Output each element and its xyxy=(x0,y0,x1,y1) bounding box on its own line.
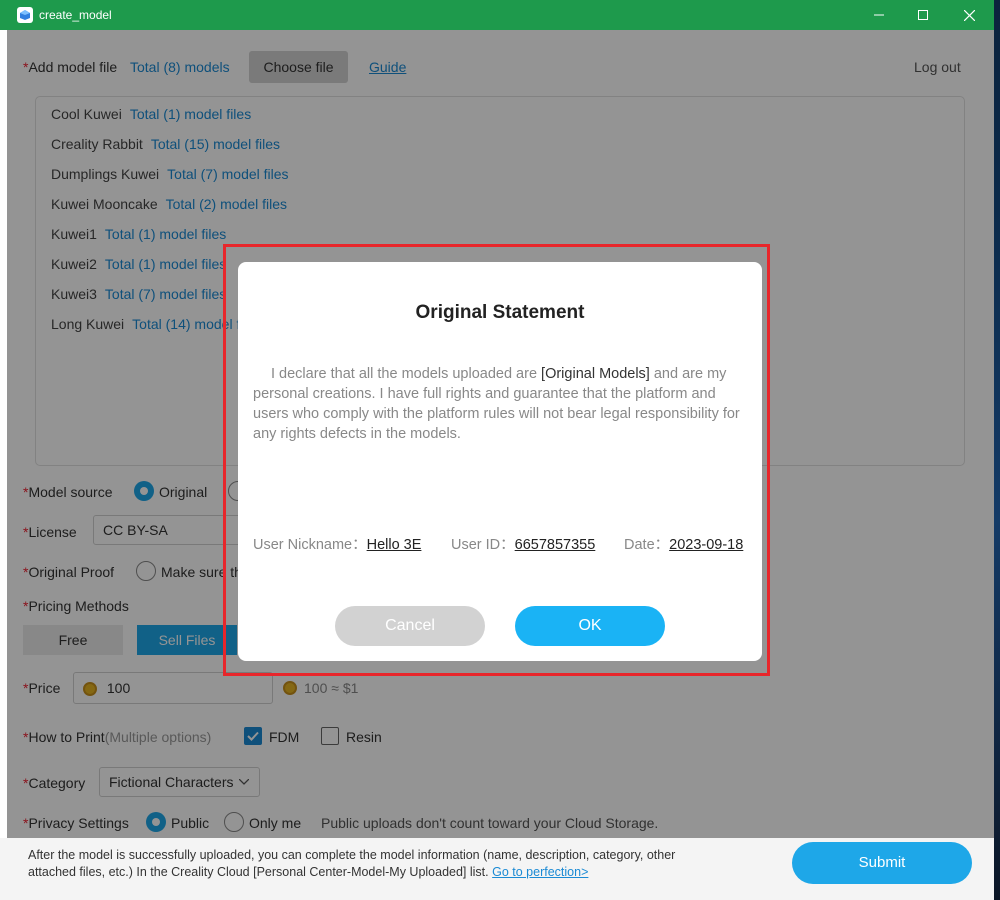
dialog-title: Original Statement xyxy=(415,302,585,323)
title-bar: create_model xyxy=(0,0,994,30)
go-to-perfection-link[interactable]: Go to perfection> xyxy=(492,865,588,879)
ok-button[interactable]: OK xyxy=(515,606,665,646)
cancel-button[interactable]: Cancel xyxy=(335,606,485,646)
window-title: create_model xyxy=(39,8,112,22)
minimize-icon xyxy=(874,14,884,16)
user-nickname: User Nickname：Hello 3E xyxy=(253,537,422,553)
footer-bar: After the model is successfully uploaded… xyxy=(0,838,994,900)
close-icon xyxy=(963,9,975,21)
submit-button[interactable]: Submit xyxy=(792,842,972,884)
app-logo-icon xyxy=(17,7,33,23)
statement-date: Date：2023-09-18 xyxy=(624,537,744,553)
original-statement-dialog: Original Statement I declare that all th… xyxy=(238,262,762,661)
dialog-statement-text: I declare that all the models uploaded a… xyxy=(253,366,740,442)
close-button[interactable] xyxy=(946,0,992,30)
user-id: User ID：6657857355 xyxy=(451,537,596,553)
footer-info: After the model is successfully uploaded… xyxy=(28,848,676,879)
maximize-button[interactable] xyxy=(900,0,946,30)
maximize-icon xyxy=(918,10,928,20)
minimize-button[interactable] xyxy=(856,0,902,30)
